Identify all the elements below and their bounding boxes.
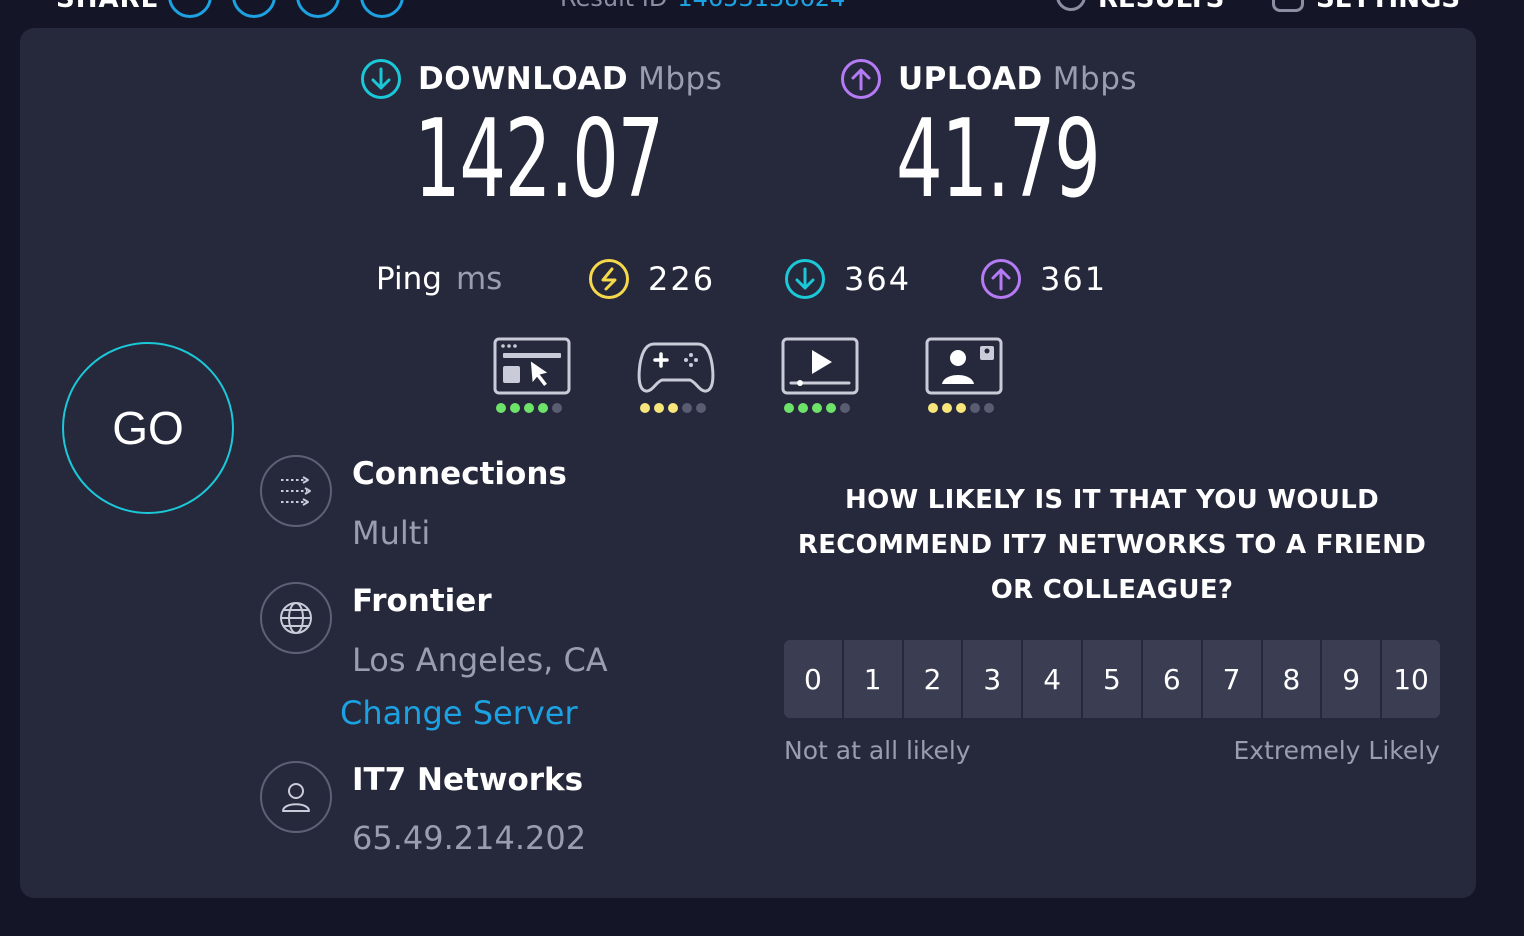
rating-option-2[interactable]: 2 xyxy=(903,640,962,718)
ping-download-value: 364 xyxy=(844,260,912,298)
provider-ip: 65.49.214.202 xyxy=(352,819,587,857)
share-twitter-icon[interactable] xyxy=(232,0,276,18)
survey-question: HOW LIKELY IS IT THAT YOU WOULD RECOMMEN… xyxy=(797,485,1427,605)
upload-speed: 41.79 xyxy=(896,97,1101,222)
video-streaming-rating xyxy=(784,403,850,413)
ping-unit: ms xyxy=(455,261,503,297)
download-arrow-icon xyxy=(361,59,401,99)
server-location: Los Angeles, CA xyxy=(352,641,608,679)
rating-option-3[interactable]: 3 xyxy=(963,640,1022,718)
download-label: DOWNLOAD xyxy=(418,61,629,97)
rating-option-9[interactable]: 9 xyxy=(1322,640,1381,718)
download-unit: Mbps xyxy=(638,61,723,97)
globe-icon xyxy=(260,582,332,654)
share-link-icon[interactable] xyxy=(168,0,212,18)
results-panel xyxy=(20,28,1476,898)
rating-option-0[interactable]: 0 xyxy=(784,640,842,718)
scale-high-label: Extremely Likely xyxy=(1233,736,1440,765)
ping-download: 364 xyxy=(784,254,911,304)
ping-upload-value: 361 xyxy=(1040,260,1108,298)
rating-option-7[interactable]: 7 xyxy=(1202,640,1261,718)
ping-label-group: Ping ms xyxy=(376,254,502,304)
web-browsing-quality[interactable] xyxy=(492,336,572,420)
change-server-link[interactable]: Change Server xyxy=(340,694,578,732)
rating-option-10[interactable]: 10 xyxy=(1382,640,1440,718)
scale-low-label: Not at all likely xyxy=(784,736,971,765)
gaming-rating xyxy=(640,403,706,413)
ping-upload-icon xyxy=(981,259,1021,299)
gear-icon xyxy=(1272,0,1304,12)
share-more-icon[interactable] xyxy=(360,0,404,18)
top-bar: SHARE Result ID14653138624 RESULTS SETTI… xyxy=(0,0,1524,28)
rating-option-4[interactable]: 4 xyxy=(1023,640,1082,718)
connections-title: Connections xyxy=(352,456,567,492)
settings-button[interactable]: SETTINGS xyxy=(1272,0,1460,14)
gaming-icon xyxy=(637,342,715,393)
rating-scale: 0 1 2 3 4 5 6 7 8 9 10 xyxy=(784,640,1440,718)
server-name: Frontier xyxy=(352,583,492,619)
user-icon xyxy=(260,761,332,833)
web-browsing-rating xyxy=(496,403,562,413)
video-chat-icon xyxy=(925,337,1003,395)
video-chat-quality[interactable] xyxy=(924,336,1004,420)
share-label: SHARE xyxy=(56,0,159,14)
rating-option-6[interactable]: 6 xyxy=(1142,640,1201,718)
video-chat-rating xyxy=(928,403,994,413)
download-header: DOWNLOAD Mbps xyxy=(360,58,722,100)
ping-idle-icon xyxy=(589,259,629,299)
connections-icon[interactable] xyxy=(260,455,332,527)
ping-upload: 361 xyxy=(980,254,1107,304)
ping-label: Ping xyxy=(376,261,442,297)
result-id: Result ID14653138624 xyxy=(560,0,845,12)
results-icon xyxy=(1056,0,1086,11)
gaming-quality[interactable] xyxy=(636,336,716,420)
connections-value[interactable]: Multi xyxy=(352,514,430,552)
video-streaming-quality[interactable] xyxy=(780,336,860,420)
ping-idle: 226 xyxy=(588,254,715,304)
upload-label: UPLOAD xyxy=(898,61,1043,97)
upload-unit: Mbps xyxy=(1052,61,1138,97)
web-browsing-icon xyxy=(493,337,571,395)
rating-option-1[interactable]: 1 xyxy=(843,640,902,718)
upload-header: UPLOAD Mbps xyxy=(840,58,1137,100)
go-button[interactable]: GO xyxy=(62,342,234,514)
video-streaming-icon xyxy=(781,337,859,395)
share-facebook-icon[interactable] xyxy=(296,0,340,18)
rating-option-8[interactable]: 8 xyxy=(1262,640,1321,718)
results-button[interactable]: RESULTS xyxy=(1056,0,1224,14)
upload-arrow-icon xyxy=(841,59,881,99)
download-speed: 142.07 xyxy=(414,97,664,222)
ping-download-icon xyxy=(785,259,825,299)
result-id-link[interactable]: 14653138624 xyxy=(677,0,845,12)
ping-idle-value: 226 xyxy=(648,260,716,298)
provider-name: IT7 Networks xyxy=(352,762,584,798)
rating-option-5[interactable]: 5 xyxy=(1083,640,1141,718)
